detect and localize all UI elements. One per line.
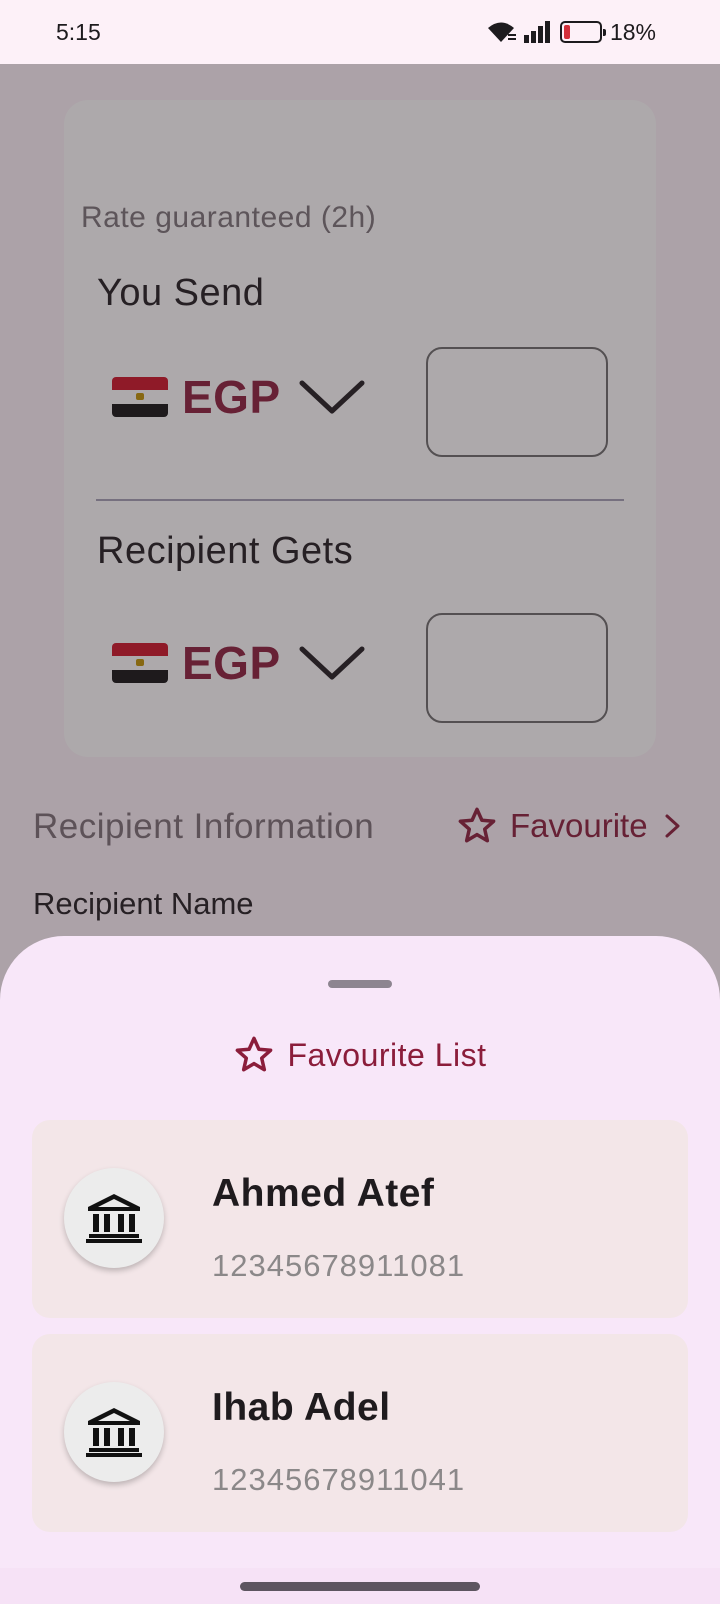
favourite-item[interactable]: Ahmed Atef 12345678911081	[32, 1120, 688, 1318]
battery-level	[563, 25, 571, 39]
battery-percent: 18%	[609, 18, 656, 45]
favourite-account-number: 12345678911081	[212, 1248, 466, 1283]
favourite-item[interactable]: Ihab Adel 12345678911041	[32, 1334, 688, 1532]
sheet-title-label: Favourite List	[287, 1036, 487, 1073]
home-indicator[interactable]	[240, 1582, 480, 1591]
wifi-icon	[487, 22, 516, 42]
bank-icon	[86, 1194, 142, 1243]
battery-icon	[559, 21, 606, 43]
favourite-name: Ahmed Atef	[212, 1172, 435, 1215]
drag-handle[interactable]	[328, 980, 392, 988]
avatar	[64, 1382, 164, 1482]
favourite-account-number: 12345678911041	[212, 1462, 466, 1497]
star-outline-icon	[236, 1036, 273, 1072]
signal-icon	[523, 21, 550, 43]
favourite-bottom-sheet: Favourite List Ahmed Atef 12345678911081	[0, 936, 720, 1604]
sheet-title: Favourite List	[0, 1034, 720, 1076]
status-icons: 18%	[486, 19, 656, 46]
bank-icon	[86, 1408, 142, 1457]
status-time: 5:15	[56, 18, 101, 45]
avatar	[64, 1168, 164, 1268]
favourite-name: Ihab Adel	[212, 1386, 391, 1429]
status-bar: 5:15 18%	[0, 0, 720, 64]
